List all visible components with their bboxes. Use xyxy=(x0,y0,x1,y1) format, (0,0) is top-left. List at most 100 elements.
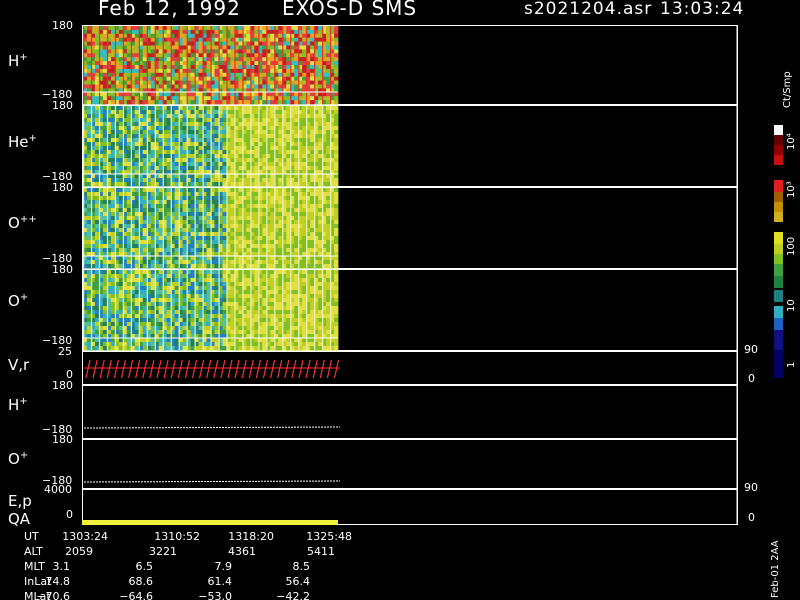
spectrogram-cell xyxy=(270,166,275,171)
spectrogram-cell xyxy=(302,26,307,31)
spectrogram-cell xyxy=(102,76,108,81)
spectrogram-cell xyxy=(302,138,307,143)
spectrogram-cell xyxy=(102,162,108,167)
spectrogram-cell xyxy=(198,72,203,78)
spectrogram-cell xyxy=(334,212,339,217)
spectrogram-cell xyxy=(326,174,331,179)
spectrogram-cell xyxy=(182,260,187,265)
spectrogram-cell xyxy=(230,100,235,105)
spectrogram-cell xyxy=(126,182,132,187)
spectrogram-cell xyxy=(134,286,140,291)
spectrogram-cell xyxy=(118,49,124,54)
spectrogram-cell xyxy=(118,310,124,315)
spectrogram-cell xyxy=(142,216,148,221)
spectrogram-cell xyxy=(270,142,275,147)
spectrogram-cell xyxy=(326,92,331,97)
spectrogram-cell xyxy=(182,200,187,205)
spectrogram-cell xyxy=(94,310,100,315)
spectrogram-cell xyxy=(102,326,108,331)
spectrogram-cell xyxy=(238,150,243,155)
spectrogram-cell xyxy=(326,57,331,62)
spectrogram-cell xyxy=(118,208,124,213)
spectrogram-cell xyxy=(94,57,100,62)
spectrogram-cell xyxy=(134,114,140,119)
spectrogram-cell xyxy=(238,256,243,261)
spectrogram-cell xyxy=(334,182,339,187)
spectrogram-cell xyxy=(150,216,156,221)
spectrogram-cell xyxy=(214,84,219,89)
spectrogram-cell xyxy=(94,244,100,249)
spectrogram-cell xyxy=(174,134,180,139)
spectrogram-cell xyxy=(190,49,195,54)
spectrogram-cell xyxy=(206,196,211,201)
spectrogram-cell xyxy=(246,220,251,225)
spectrogram-cell xyxy=(190,196,195,201)
spectrogram-cell xyxy=(142,224,148,229)
spectrogram-cell xyxy=(142,158,148,163)
spectrogram-cell xyxy=(174,106,180,111)
spectrogram-cell xyxy=(318,216,323,221)
spectrogram-cell xyxy=(318,61,323,66)
spectrogram-cell xyxy=(294,45,299,50)
spectrogram-cell xyxy=(222,286,227,291)
spectrogram-cell xyxy=(230,138,235,143)
spectrogram-cell xyxy=(174,236,180,241)
spectrogram-cell xyxy=(102,174,108,179)
spectrogram-cell xyxy=(270,216,275,221)
spectrogram-cell xyxy=(118,338,124,343)
spectrogram-cell xyxy=(310,41,315,46)
spectrogram-cell xyxy=(334,130,339,135)
spectrogram-cell xyxy=(110,45,116,50)
spectrogram-cell xyxy=(214,96,219,101)
spectrogram-cell xyxy=(190,57,195,62)
spectrogram-cell xyxy=(254,260,259,265)
spectrogram-cell xyxy=(94,76,100,81)
spectrogram-cell xyxy=(310,174,315,179)
spectrogram-cell xyxy=(326,61,331,66)
spectrogram-cell xyxy=(158,342,164,347)
spectrogram-cell xyxy=(286,49,291,54)
spectrogram-cell xyxy=(254,65,259,70)
spectrogram-cell xyxy=(166,134,172,139)
spectrogram-cell xyxy=(126,166,132,171)
spectrogram-cell xyxy=(278,318,283,323)
spectrogram-cell xyxy=(110,236,116,241)
spectrogram-cell xyxy=(198,314,203,319)
spectrogram-cell xyxy=(230,29,235,35)
spectrogram-cell xyxy=(198,122,203,127)
spectrogram-cell xyxy=(126,196,132,201)
spectrogram-cell xyxy=(254,49,259,54)
spectrogram-cell xyxy=(262,228,267,233)
spectrogram-cell xyxy=(310,49,315,54)
spectrogram-cell xyxy=(142,80,148,85)
spectrogram-cell xyxy=(174,342,180,347)
spectrogram-cell xyxy=(94,228,100,233)
spectrogram-cell xyxy=(190,326,195,331)
spectrogram-cell xyxy=(294,162,299,167)
spectrogram-cell xyxy=(286,236,291,241)
spectrogram-cell xyxy=(206,150,211,155)
spectrogram-cell xyxy=(302,76,307,81)
spectrogram-cell xyxy=(334,138,339,143)
spectrogram-cell xyxy=(182,188,187,193)
spectrogram-cell xyxy=(86,278,92,283)
spectrogram-cell xyxy=(254,270,259,275)
spectrogram-cell xyxy=(318,26,323,31)
spectrogram-cell xyxy=(86,41,92,46)
spectrogram-cell xyxy=(278,342,283,347)
spectrogram-cell xyxy=(86,182,92,187)
spectrogram-cell xyxy=(318,154,323,159)
spectrogram-cell xyxy=(238,188,243,193)
spectrogram-cell xyxy=(118,228,124,233)
spectrogram-cell xyxy=(246,106,251,111)
spectrogram-cell xyxy=(278,158,283,163)
spectrogram-cell xyxy=(302,174,307,179)
spectrogram-cell xyxy=(190,192,195,197)
spectrogram-cell xyxy=(230,240,235,245)
spectrogram-cell xyxy=(86,244,92,249)
spectrogram-cell xyxy=(214,162,219,167)
spectrogram-cell xyxy=(334,114,339,119)
spectrogram-cell xyxy=(246,240,251,245)
spectrogram-cell xyxy=(262,298,267,303)
spectrogram-cell xyxy=(126,138,132,143)
